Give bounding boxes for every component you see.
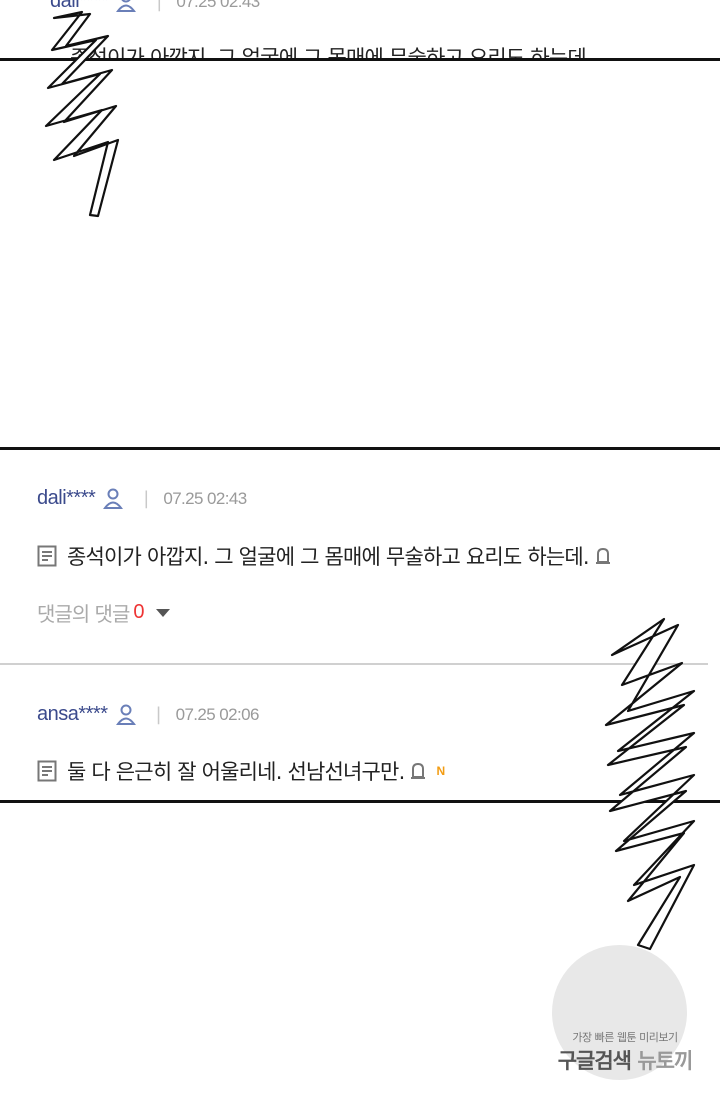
report-icon[interactable] [593, 546, 613, 566]
username[interactable]: dali**** [37, 487, 96, 510]
watermark-title: 구글검색 뉴토끼 [540, 1045, 710, 1075]
comment-meta: dali**** | 07.25 02:43 [37, 487, 247, 510]
separator: | [156, 0, 163, 12]
document-icon [37, 760, 57, 782]
site-watermark: 가장 빠른 웹툰 미리보기 구글검색 뉴토끼 [540, 905, 710, 1085]
separator: | [155, 704, 162, 725]
panel-border-top-2 [0, 447, 720, 450]
document-icon [37, 545, 57, 567]
person-icon [115, 704, 136, 726]
person-icon [103, 488, 124, 510]
comment-body: 둘 다 은근히 잘 어울리네. 선남선녀구만. N [37, 756, 445, 786]
comment-date: 07.25 02:43 [176, 0, 260, 11]
caret-down-icon [156, 608, 171, 617]
replies-label: 댓글의 댓글 [37, 602, 130, 626]
comment-text: 종석이가 아깝지. 그 얼굴에 그 몸매에 무술하고 요리도 하는데. [67, 545, 590, 569]
comment-date: 07.25 02:06 [175, 704, 260, 724]
watermark-title-a: 구글검색 [557, 1049, 632, 1073]
comment-date: 07.25 02:43 [163, 488, 247, 508]
report-icon[interactable] [408, 761, 428, 781]
comment-meta: ansa**** | 07.25 02:06 [37, 703, 259, 726]
new-badge: N [436, 764, 446, 778]
sound-effect-squiggle-left [44, 10, 120, 218]
comment-body: 종석이가 아깝지. 그 얼굴에 그 몸매에 무술하고 요리도 하는데. [37, 541, 613, 571]
watermark-title-b: 뉴토끼 [637, 1049, 693, 1073]
comment-text: 둘 다 은근히 잘 어울리네. 선남선녀구만. [67, 760, 405, 784]
replies-count: 0 [133, 601, 145, 623]
separator: | [143, 488, 150, 509]
replies-toggle[interactable]: 댓글의 댓글 0 [37, 598, 171, 627]
watermark-tagline: 가장 빠른 웹툰 미리보기 [572, 1031, 678, 1044]
username[interactable]: ansa**** [37, 703, 108, 726]
